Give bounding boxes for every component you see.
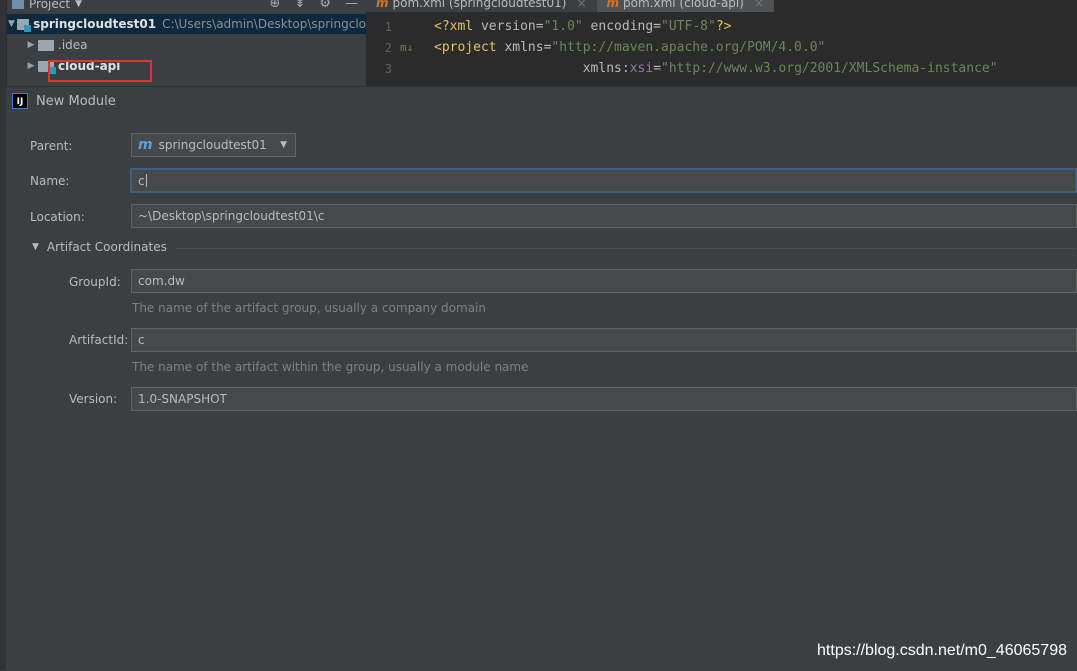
intellij-logo-icon: IJ — [12, 93, 28, 109]
watermark-url: https://blog.csdn.net/m0_46065798 — [817, 642, 1067, 659]
version-label: Version: — [69, 392, 118, 406]
section-label: Artifact Coordinates — [46, 240, 167, 254]
code-line: 3 xmlns:xsi="http://www.w3.org/2001/XMLS… — [366, 58, 998, 79]
project-panel-header: Project ▼ ⊕ ⇟ ⚙ — — [6, 0, 366, 15]
groupid-hint: The name of the artifact group, usually … — [132, 301, 486, 315]
groupid-input-value: com.dw — [138, 274, 185, 288]
tree-item-path: C:\Users\admin\Desktop\springclo — [162, 17, 366, 31]
chevron-down-icon: ▼ — [280, 140, 287, 150]
tree-item-label: .idea — [58, 38, 88, 52]
location-input-value: ~\Desktop\springcloudtest01\c — [138, 209, 325, 223]
text-caret — [145, 174, 147, 187]
highlight-annotation-box — [48, 60, 152, 82]
name-input[interactable]: c — [130, 168, 1077, 193]
project-icon — [12, 0, 24, 9]
project-panel: Project ▼ ⊕ ⇟ ⚙ — ▼ springcloudtest01 C:… — [6, 0, 366, 86]
code-lines: 1 <?xml version="1.0" encoding="UTF-8"?>… — [366, 16, 998, 79]
tree-item-label: springcloudtest01 — [33, 17, 157, 31]
close-icon[interactable]: × — [576, 0, 586, 10]
line-number: 3 — [384, 61, 392, 76]
artifactid-input[interactable]: c — [131, 328, 1077, 352]
code-text: xmlns:xsi="http://www.w3.org/2001/XMLSch… — [582, 61, 998, 76]
ide-background: Project ▼ ⊕ ⇟ ⚙ — ▼ springcloudtest01 C:… — [0, 0, 1077, 86]
artifactid-hint: The name of the artifact within the grou… — [132, 360, 529, 374]
name-input-value: c — [138, 173, 145, 188]
tree-item-idea[interactable]: ▶ .idea — [24, 35, 88, 55]
expand-arrow-icon[interactable]: ▼ — [6, 19, 17, 29]
artifactid-input-value: c — [138, 333, 145, 347]
tab-label: pom.xml (cloud-api) — [623, 0, 744, 10]
close-icon[interactable]: × — [754, 0, 764, 10]
dialog-title: New Module — [36, 93, 116, 109]
location-label: Location: — [30, 210, 85, 224]
parent-dropdown-value: springcloudtest01 — [158, 138, 267, 152]
new-module-dialog: IJ New Module Parent: m springcloudtest0… — [6, 86, 1077, 671]
maven-icon: m — [376, 0, 389, 10]
chevron-down-icon: ▼ — [75, 0, 82, 9]
groupid-input[interactable]: com.dw — [131, 269, 1077, 293]
collapse-arrow-icon[interactable]: ▶ — [24, 61, 38, 71]
code-line: 1 <?xml version="1.0" encoding="UTF-8"?> — [366, 16, 998, 37]
line-number: 2 — [384, 40, 392, 55]
gear-icon[interactable]: ⚙ — [319, 0, 331, 11]
tab-label: pom.xml (springcloudtest01) — [392, 0, 567, 10]
line-number: 1 — [384, 19, 392, 34]
collapse-icon[interactable]: ⇟ — [294, 0, 305, 11]
hide-icon[interactable]: — — [345, 0, 358, 11]
maven-icon: m — [138, 137, 153, 153]
folder-icon — [38, 39, 54, 51]
parent-label: Parent: — [30, 139, 73, 153]
collapse-arrow-icon[interactable]: ▶ — [24, 40, 38, 50]
section-divider — [176, 248, 1076, 249]
module-folder-icon — [16, 18, 32, 32]
project-view-label: Project — [29, 0, 71, 11]
groupid-label: GroupId: — [69, 275, 121, 289]
code-editor: m pom.xml (springcloudtest01) × m pom.xm… — [366, 0, 1077, 86]
locate-icon[interactable]: ⊕ — [270, 0, 281, 11]
artifact-coordinates-toggle[interactable]: ▼ Artifact Coordinates — [32, 240, 167, 254]
version-input[interactable]: 1.0-SNAPSHOT — [131, 387, 1077, 411]
editor-tabs: m pom.xml (springcloudtest01) × m pom.xm… — [366, 0, 774, 12]
tab-pom-root[interactable]: m pom.xml (springcloudtest01) × — [366, 0, 597, 12]
tree-item-project-root[interactable]: ▼ springcloudtest01 C:\Users\admin\Deskt… — [6, 14, 366, 34]
dialog-title-bar: IJ New Module — [12, 93, 116, 109]
code-text: <?xml version="1.0" encoding="UTF-8"?> — [434, 19, 732, 34]
artifactid-label: ArtifactId: — [69, 333, 129, 347]
maven-icon: m — [606, 0, 620, 10]
tab-pom-cloud-api[interactable]: m pom.xml (cloud-api) × — [596, 0, 774, 12]
project-view-selector[interactable]: Project ▼ — [12, 0, 82, 11]
gutter-marker[interactable]: m↓ — [392, 41, 434, 54]
version-input-value: 1.0-SNAPSHOT — [138, 392, 227, 406]
parent-dropdown[interactable]: m springcloudtest01 ▼ — [131, 133, 296, 157]
expand-arrow-icon: ▼ — [32, 242, 39, 252]
location-input[interactable]: ~\Desktop\springcloudtest01\c — [131, 204, 1077, 228]
name-label: Name: — [30, 174, 70, 188]
